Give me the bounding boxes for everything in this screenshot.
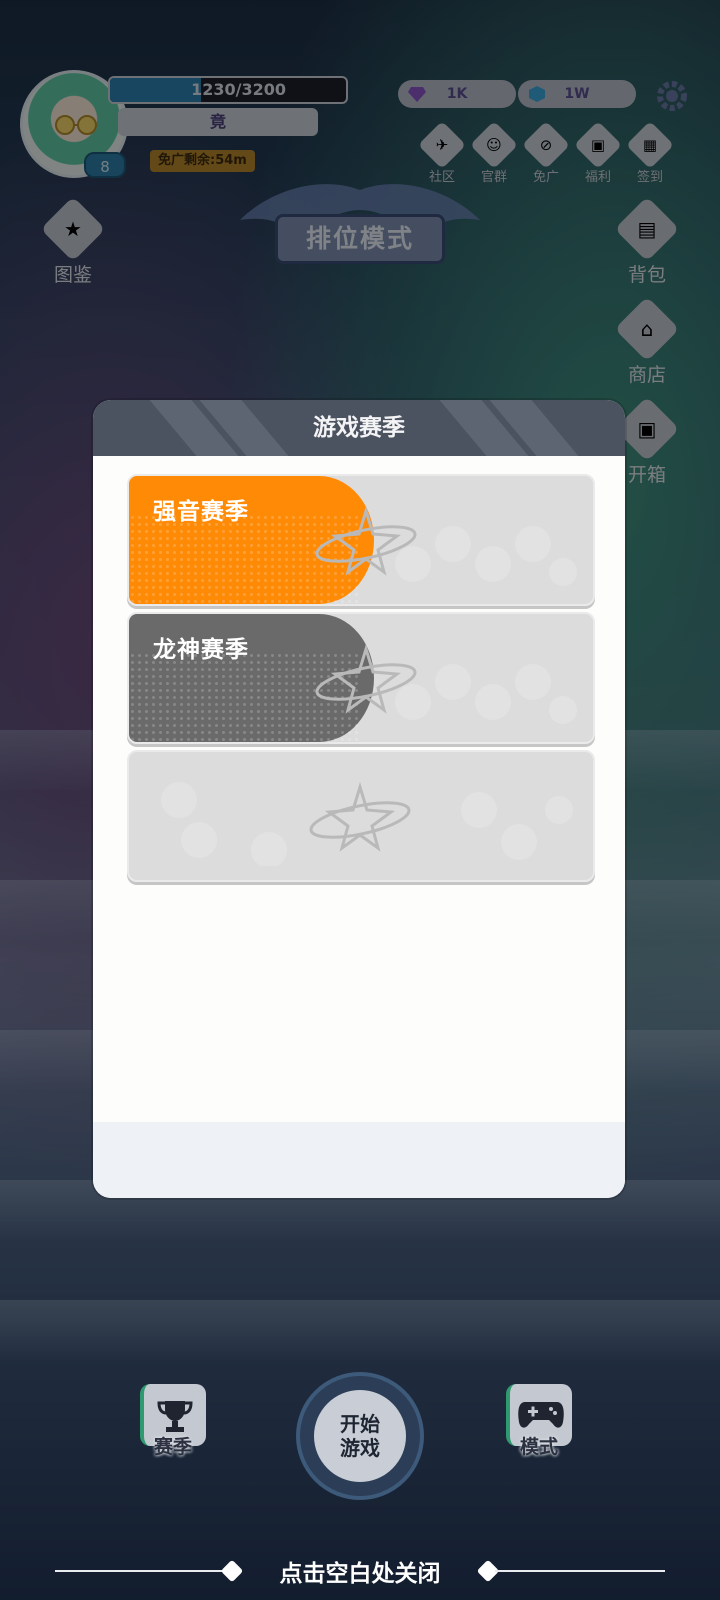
trophy-icon bbox=[157, 1401, 193, 1432]
modal-title: 游戏赛季 bbox=[313, 415, 405, 441]
season-nav-label: 赛季 bbox=[153, 1436, 192, 1458]
modal-footer bbox=[93, 1122, 625, 1198]
season-modal: 游戏赛季 强音赛季 龙神赛季 bbox=[93, 400, 625, 1198]
mode-nav-label: 模式 bbox=[519, 1436, 558, 1458]
star-orbit-icon bbox=[309, 782, 411, 852]
season-card-empty[interactable] bbox=[127, 750, 595, 882]
gamepad-icon bbox=[518, 1402, 564, 1428]
season-card-longshen[interactable]: 龙神赛季 bbox=[127, 612, 595, 744]
season-card-qiangyin[interactable]: 强音赛季 bbox=[127, 474, 595, 606]
modal-header: 游戏赛季 bbox=[93, 400, 625, 456]
close-hint[interactable]: 点击空白处关闭 bbox=[0, 1552, 720, 1592]
season-name: 强音赛季 bbox=[153, 499, 249, 525]
start-line1: 开始 bbox=[340, 1412, 380, 1436]
divider-right bbox=[495, 1570, 665, 1572]
start-game-button[interactable]: 开始 游戏 bbox=[296, 1372, 424, 1500]
star-orbit-icon bbox=[315, 506, 417, 576]
mode-nav-button[interactable]: 模式 bbox=[504, 1384, 574, 1459]
season-nav-button[interactable]: 赛季 bbox=[138, 1384, 208, 1459]
season-name: 龙神赛季 bbox=[153, 637, 249, 663]
start-line2: 游戏 bbox=[340, 1436, 380, 1460]
star-orbit-icon bbox=[315, 644, 417, 714]
